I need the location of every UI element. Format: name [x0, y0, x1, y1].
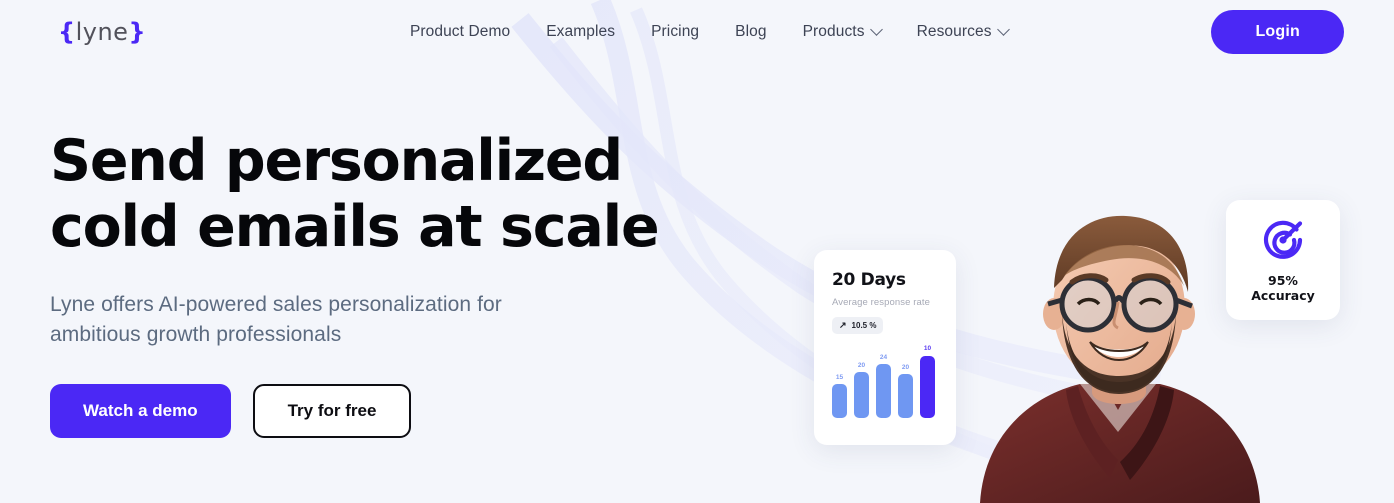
chevron-down-icon [870, 23, 883, 36]
bar-value-label: 10 [924, 346, 931, 353]
nav-label-blog: Blog [735, 23, 766, 41]
nav-label-products: Products [803, 23, 865, 41]
nav-label-pricing: Pricing [651, 23, 699, 41]
nav-label-product-demo: Product Demo [410, 23, 510, 41]
bar-value-label: 20 [902, 365, 909, 372]
bar-shape [920, 356, 935, 419]
nav-item-blog[interactable]: Blog [735, 23, 766, 41]
logo-wordmark: lyne [76, 18, 129, 46]
bar-chart: 15 20 24 20 10 [832, 346, 940, 418]
bar-shape [854, 372, 869, 418]
hero-headline: Send personalized cold emails at scale [50, 128, 690, 260]
top-navigation-bar: {lyne} Product Demo Examples Pricing Blo… [0, 0, 1394, 64]
nav-item-products[interactable]: Products [803, 23, 881, 41]
hero-cta-group: Watch a demo Try for free [50, 384, 690, 438]
login-button[interactable]: Login [1211, 10, 1344, 54]
bar-value-label: 20 [858, 363, 865, 370]
nav-label-resources: Resources [917, 23, 992, 41]
accuracy-stat-card: 95% Accuracy [1226, 200, 1340, 320]
trend-badge-value: 10.5 % [852, 321, 877, 330]
bar-column: 24 [876, 346, 891, 418]
chart-card-subtitle: Average response rate [832, 297, 940, 308]
logo-brace-right: } [128, 18, 146, 46]
brand-logo[interactable]: {lyne} [58, 18, 146, 46]
try-for-free-button[interactable]: Try for free [253, 384, 412, 438]
nav-item-examples[interactable]: Examples [546, 23, 615, 41]
trend-badge: ↗ 10.5 % [832, 317, 883, 334]
primary-nav-links: Product Demo Examples Pricing Blog Produ… [350, 23, 1008, 41]
bar-column: 20 [898, 346, 913, 418]
arrow-up-right-icon: ↗ [839, 321, 847, 330]
bar-column-highlighted: 10 [920, 346, 935, 418]
bar-shape [898, 374, 913, 418]
bar-shape [876, 364, 891, 418]
bar-value-label: 24 [880, 355, 887, 362]
nav-item-resources[interactable]: Resources [917, 23, 1008, 41]
nav-item-product-demo[interactable]: Product Demo [410, 23, 510, 41]
nav-label-examples: Examples [546, 23, 615, 41]
bar-column: 20 [854, 346, 869, 418]
response-rate-stat-card: 20 Days Average response rate ↗ 10.5 % 1… [814, 250, 956, 445]
bar-shape [832, 384, 847, 418]
bar-column: 15 [832, 346, 847, 418]
chevron-down-icon [997, 23, 1010, 36]
watch-demo-button[interactable]: Watch a demo [50, 384, 231, 438]
hero-section: Send personalized cold emails at scale L… [50, 128, 690, 438]
chart-card-title: 20 Days [832, 270, 940, 290]
target-icon [1260, 217, 1306, 263]
nav-item-pricing[interactable]: Pricing [651, 23, 699, 41]
logo-brace-left: { [58, 18, 76, 46]
accuracy-card-text: 95% Accuracy [1251, 273, 1315, 303]
hero-subheadline: Lyne offers AI-powered sales personaliza… [50, 290, 690, 350]
bar-value-label: 15 [836, 375, 843, 382]
